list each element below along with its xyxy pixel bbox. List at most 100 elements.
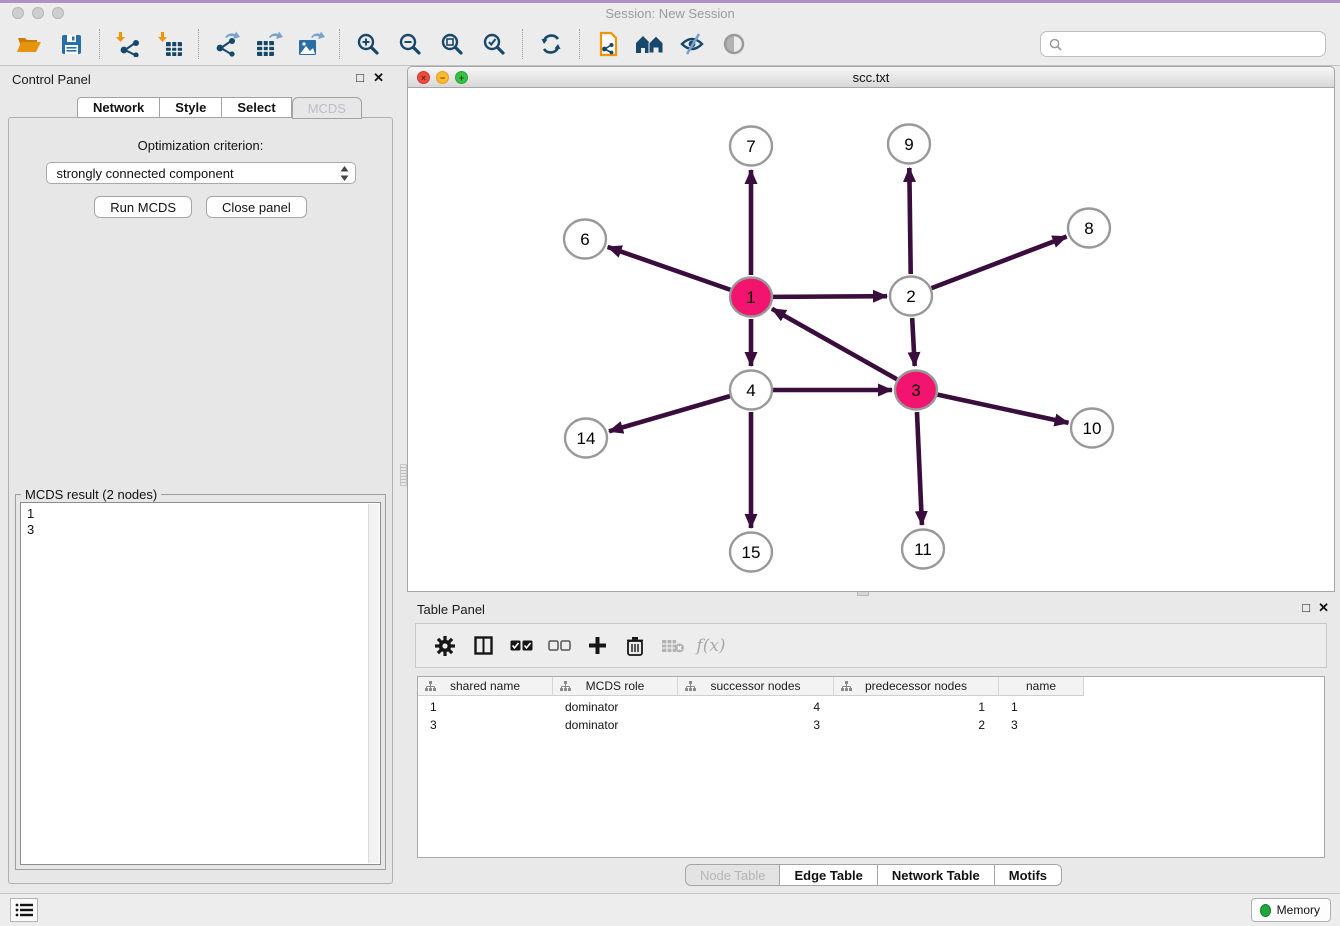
import-network-button[interactable] (107, 26, 149, 62)
close-panel-icon[interactable]: ✕ (1318, 601, 1329, 615)
mcds-result-list[interactable]: 13 (20, 502, 381, 865)
zoom-selected-button[interactable] (473, 26, 515, 62)
table-cell[interactable]: 1 (834, 699, 999, 715)
graph-edge-3-1[interactable] (772, 309, 897, 379)
app-titlebar: Session: New Session (0, 3, 1340, 23)
deselect-all-button[interactable] (540, 628, 578, 664)
function-builder-button[interactable]: f(x) (692, 628, 730, 664)
table-row[interactable]: 3dominator323 (418, 717, 1324, 733)
graph-edge-1-2[interactable] (773, 296, 887, 297)
graph-node-15[interactable]: 15 (730, 533, 772, 572)
refresh-icon (539, 32, 563, 56)
graph-node-11[interactable]: 11 (902, 530, 944, 569)
control-tab-network[interactable]: Network (77, 97, 160, 118)
show-column-button[interactable] (464, 628, 502, 664)
svg-text:4: 4 (746, 381, 755, 400)
add-column-button[interactable] (578, 628, 616, 664)
zoom-fit-button[interactable] (431, 26, 473, 62)
refresh-button[interactable] (530, 26, 572, 62)
eye-slash-icon (679, 32, 705, 56)
float-panel-icon[interactable]: □ (1302, 601, 1310, 615)
close-panel-button[interactable]: Close panel (206, 196, 307, 218)
graph-node-8[interactable]: 8 (1068, 209, 1110, 248)
open-folder-icon (16, 32, 42, 56)
graph-node-14[interactable]: 14 (565, 419, 607, 458)
table-cell[interactable]: 4 (678, 699, 834, 715)
table-cell[interactable]: 2 (834, 717, 999, 733)
table-cell[interactable]: dominator (553, 717, 678, 733)
memory-button[interactable]: Memory (1251, 898, 1331, 922)
app-title: Session: New Session (0, 6, 1340, 21)
splitter-grip[interactable] (400, 464, 407, 486)
column-header-successor-nodes[interactable]: successor nodes (678, 677, 834, 695)
table-cell[interactable]: 3 (999, 717, 1084, 733)
node-table: shared name MCDS role successor nodes pr… (417, 676, 1325, 858)
graph-node-1[interactable]: 1 (730, 278, 772, 317)
graph-edge-1-6[interactable] (608, 247, 731, 290)
graph-edge-2-3[interactable] (912, 318, 915, 366)
open-session-button[interactable] (8, 26, 50, 62)
graph-node-4[interactable]: 4 (730, 371, 772, 410)
toolbar-separator (99, 29, 100, 59)
graph-node-9[interactable]: 9 (888, 125, 930, 164)
graph-edge-4-14[interactable] (609, 396, 730, 431)
graph-edge-2-8[interactable] (932, 237, 1067, 289)
table-tab-edge-table[interactable]: Edge Table (780, 864, 877, 886)
graph-node-10[interactable]: 10 (1071, 409, 1113, 448)
network-canvas[interactable]: 7 9 6 8 1 2 4 3 14 10 15 11 (407, 88, 1335, 592)
delete-table-button[interactable] (654, 628, 692, 664)
save-session-button[interactable] (50, 26, 92, 62)
hierarchy-icon (560, 681, 571, 695)
column-header-predecessor-nodes[interactable]: predecessor nodes (834, 677, 999, 695)
graph-node-6[interactable]: 6 (564, 220, 606, 259)
optimization-criterion-dropdown[interactable]: strongly connected component (46, 162, 356, 184)
export-table-button[interactable] (248, 26, 290, 62)
graph-node-2[interactable]: 2 (890, 277, 932, 316)
zoom-in-button[interactable] (347, 26, 389, 62)
control-panel-header: Control Panel □ ✕ (0, 66, 400, 92)
control-tab-style[interactable]: Style (160, 97, 222, 118)
control-tab-mcds[interactable]: MCDS (292, 97, 362, 119)
table-tab-motifs[interactable]: Motifs (995, 864, 1062, 886)
close-panel-icon[interactable]: ✕ (373, 71, 384, 85)
clone-network-button[interactable] (587, 26, 629, 62)
show-hide-button[interactable] (713, 26, 755, 62)
graph-edge-2-9[interactable] (909, 168, 910, 274)
vertical-splitter[interactable] (400, 66, 407, 893)
table-panel: Table Panel □ ✕ (407, 596, 1340, 893)
control-tab-select[interactable]: Select (222, 97, 291, 118)
run-mcds-button[interactable]: Run MCDS (94, 196, 192, 218)
table-cell[interactable]: dominator (553, 699, 678, 715)
table-row[interactable]: 1dominator411 (418, 699, 1324, 715)
graph-node-7[interactable]: 7 (730, 127, 772, 166)
column-header-name[interactable]: name (999, 677, 1084, 695)
import-table-button[interactable] (149, 26, 191, 62)
graph-node-3[interactable]: 3 (895, 371, 937, 410)
reset-view-button[interactable] (629, 26, 671, 62)
graph-edge-3-11[interactable] (917, 412, 922, 525)
float-panel-icon[interactable]: □ (356, 71, 364, 85)
svg-text:11: 11 (914, 540, 932, 559)
network-window-titlebar[interactable]: × − + scc.txt (407, 66, 1335, 88)
graph-edge-3-10[interactable] (938, 395, 1069, 423)
table-options-button[interactable] (426, 628, 464, 664)
select-all-button[interactable] (502, 628, 540, 664)
table-cell[interactable]: 1 (418, 699, 553, 715)
hierarchy-icon (425, 681, 436, 695)
export-network-button[interactable] (206, 26, 248, 62)
table-tab-node-table[interactable]: Node Table (685, 864, 781, 886)
toggle-graphics-details-button[interactable] (671, 26, 713, 62)
delete-column-button[interactable] (616, 628, 654, 664)
column-header-shared-name[interactable]: shared name (418, 677, 553, 695)
table-cell[interactable]: 3 (418, 717, 553, 733)
zoom-out-button[interactable] (389, 26, 431, 62)
table-cell[interactable]: 1 (999, 699, 1084, 715)
table-tab-network-table[interactable]: Network Table (878, 864, 995, 886)
result-scrollbar[interactable] (368, 504, 379, 863)
column-header-MCDS-role[interactable]: MCDS role (553, 677, 678, 695)
table-cell[interactable]: 3 (678, 717, 834, 733)
search-field[interactable] (1040, 31, 1326, 57)
task-history-button[interactable] (10, 898, 38, 922)
export-image-button[interactable] (290, 26, 332, 62)
search-input[interactable] (1068, 37, 1317, 52)
